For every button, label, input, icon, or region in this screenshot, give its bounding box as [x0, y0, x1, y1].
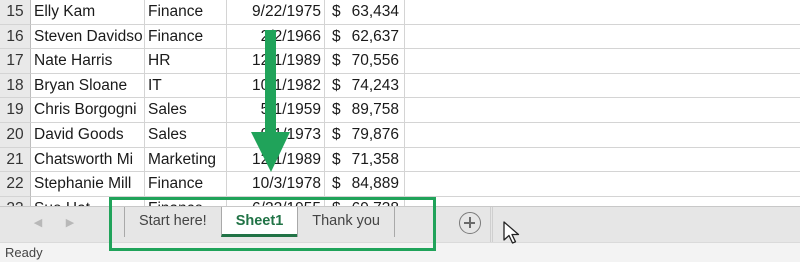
cell-date[interactable]: 5/1/1959	[227, 98, 325, 123]
cell-amount[interactable]: $ 63,434	[325, 0, 405, 25]
currency-symbol: $	[332, 175, 341, 193]
amount-value: 63,434	[351, 3, 399, 20]
cell-name[interactable]: Steven Davidso	[31, 24, 145, 50]
amount-value: 89,758	[351, 101, 399, 119]
table-row: 17 Nate Harris HR 12/1/1989 $ 70,556	[0, 49, 800, 74]
cell-date[interactable]: 9/22/1975	[227, 0, 325, 25]
amount-value: 71,358	[351, 150, 399, 168]
cell-name[interactable]: Stephanie Mill	[31, 172, 145, 197]
status-text: Ready	[5, 245, 43, 260]
cell-name[interactable]: Chris Borgogni	[31, 98, 145, 123]
scroll-tabs-left-icon[interactable]: ◀	[30, 215, 46, 231]
cell-empty[interactable]	[405, 123, 800, 148]
table-row: 15 Elly Kam Finance 9/22/1975 $ 63,434	[0, 0, 800, 25]
cell-amount[interactable]: $ 71,358	[325, 147, 405, 173]
currency-symbol: $	[332, 126, 341, 143]
row-header[interactable]: 18	[0, 73, 31, 99]
cell-empty[interactable]	[405, 74, 800, 99]
cell-empty[interactable]	[405, 49, 800, 74]
row-header[interactable]: 23	[0, 196, 31, 206]
table-row: 19 Chris Borgogni Sales 5/1/1959 $ 89,75…	[0, 98, 800, 123]
scroll-tabs-right-icon[interactable]: ▶	[62, 215, 78, 231]
cell-department[interactable]: Marketing	[145, 147, 227, 173]
currency-symbol: $	[332, 27, 341, 45]
currency-symbol: $	[332, 52, 341, 70]
table-row: 20 David Goods Sales 9/1/1973 $ 79,876	[0, 123, 800, 148]
currency-symbol: $	[332, 3, 341, 20]
cell-amount[interactable]: $ 62,637	[325, 24, 405, 50]
cell-date[interactable]: 10/3/1978	[227, 172, 325, 197]
cell-date[interactable]: 12/1/1989	[227, 147, 325, 173]
row-header[interactable]: 20	[0, 123, 31, 148]
table-row: 22 Stephanie Mill Finance 10/3/1978 $ 84…	[0, 172, 800, 197]
table-row: 16 Steven Davidso Finance 2/2/1966 $ 62,…	[0, 24, 800, 50]
cell-date[interactable]: 12/1/1989	[227, 49, 325, 74]
cell-name[interactable]: Chatsworth Mi	[31, 147, 145, 173]
cell-empty[interactable]	[405, 172, 800, 197]
row-header[interactable]: 15	[0, 0, 31, 25]
amount-value: 70,556	[351, 52, 399, 70]
row-header[interactable]: 22	[0, 172, 31, 197]
amount-value: 79,876	[351, 126, 399, 143]
amount-value: 74,243	[351, 76, 399, 94]
cell-department[interactable]: Finance	[145, 0, 227, 25]
spreadsheet-grid: 15 Elly Kam Finance 9/22/1975 $ 63,434 1…	[0, 0, 800, 206]
table-row: 18 Bryan Sloane IT 10/1/1982 $ 74,243	[0, 73, 800, 99]
cell-date[interactable]: 2/2/1966	[227, 24, 325, 50]
cell-empty[interactable]	[405, 98, 800, 123]
cell-name[interactable]: Bryan Sloane	[31, 73, 145, 99]
cell-name[interactable]: Nate Harris	[31, 49, 145, 74]
cell-empty[interactable]	[405, 148, 800, 173]
cell-empty[interactable]	[405, 0, 800, 25]
currency-symbol: $	[332, 76, 341, 94]
cell-name[interactable]: Elly Kam	[31, 0, 145, 25]
cell-amount[interactable]: $ 79,876	[325, 123, 405, 148]
cell-date[interactable]: 9/1/1973	[227, 123, 325, 148]
cell-department[interactable]: Finance	[145, 172, 227, 197]
cell-amount[interactable]: $ 74,243	[325, 73, 405, 99]
currency-symbol: $	[332, 150, 341, 168]
currency-symbol: $	[332, 101, 341, 119]
highlight-box	[109, 197, 436, 251]
cell-empty[interactable]	[405, 197, 800, 206]
row-header[interactable]: 17	[0, 49, 31, 74]
cell-department[interactable]: HR	[145, 49, 227, 74]
amount-value: 62,637	[351, 27, 399, 45]
cell-empty[interactable]	[405, 25, 800, 50]
row-header[interactable]: 16	[0, 24, 31, 50]
amount-value: 84,889	[351, 175, 399, 193]
row-header[interactable]: 21	[0, 147, 31, 173]
cell-name[interactable]: David Goods	[31, 123, 145, 148]
cell-department[interactable]: IT	[145, 73, 227, 99]
row-header[interactable]: 19	[0, 98, 31, 123]
table-row: 21 Chatsworth Mi Marketing 12/1/1989 $ 7…	[0, 147, 800, 173]
add-sheet-icon[interactable]	[459, 212, 481, 234]
cell-amount[interactable]: $ 70,556	[325, 49, 405, 74]
cell-department[interactable]: Sales	[145, 123, 227, 148]
cell-amount[interactable]: $ 89,758	[325, 98, 405, 123]
cell-amount[interactable]: $ 84,889	[325, 172, 405, 197]
tab-bar-splitter[interactable]	[490, 207, 493, 243]
cell-date[interactable]: 10/1/1982	[227, 73, 325, 99]
cell-department[interactable]: Finance	[145, 24, 227, 50]
cell-department[interactable]: Sales	[145, 98, 227, 123]
